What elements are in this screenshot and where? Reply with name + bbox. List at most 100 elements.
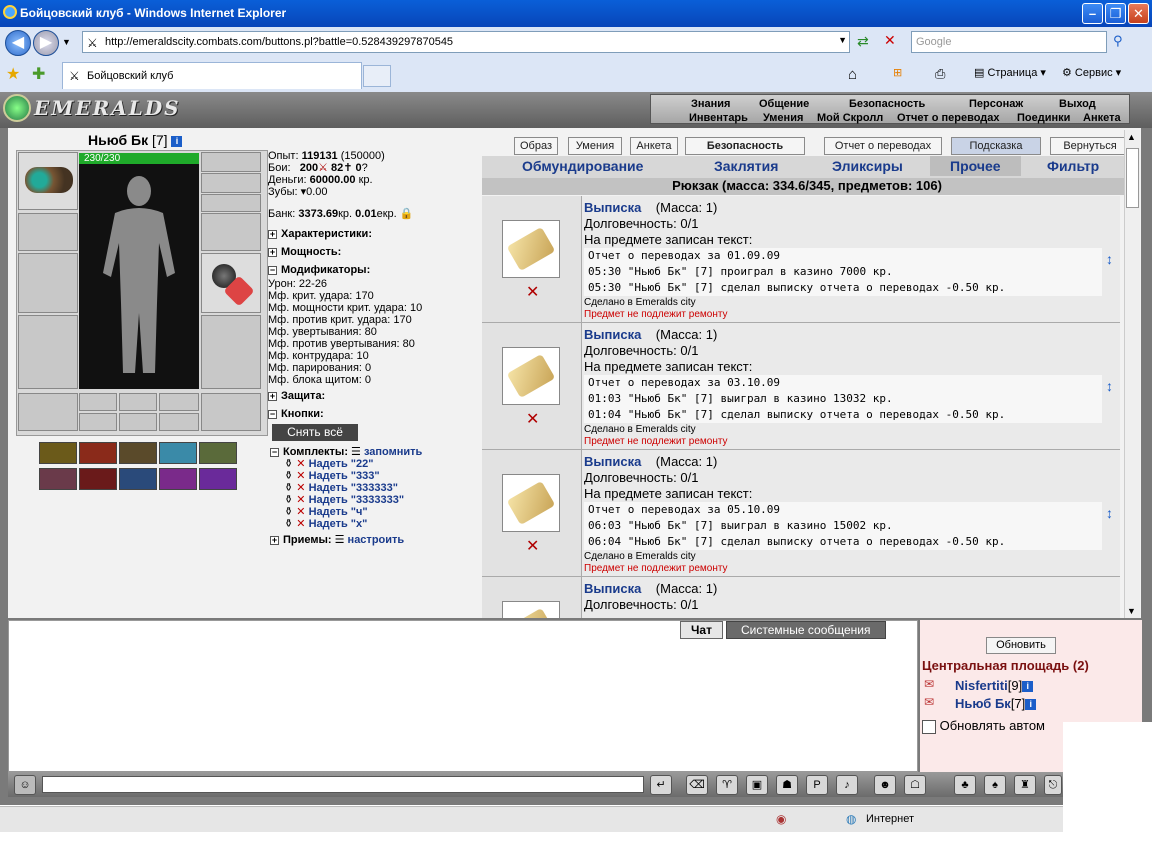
slot-rune-4[interactable]: [79, 413, 117, 431]
resize-arrow-icon[interactable]: ↕: [1106, 505, 1113, 541]
set-item[interactable]: ⚱ ✕ Надеть "22": [270, 458, 422, 470]
collapse-icon[interactable]: −: [270, 447, 279, 457]
set-link[interactable]: Надеть "ч": [309, 506, 368, 518]
auto-refresh-checkbox[interactable]: [922, 719, 936, 734]
delete-item-icon[interactable]: ✕: [526, 282, 539, 302]
nav-exit[interactable]: Выход: [1059, 98, 1096, 110]
security-button[interactable]: Безопасность: [685, 137, 805, 155]
new-tab-button[interactable]: [363, 65, 391, 87]
refresh-icon[interactable]: ⇄: [857, 33, 869, 50]
minimize-button[interactable]: –: [1082, 3, 1103, 24]
chat-head-icon[interactable]: ☺: [14, 775, 36, 795]
scroll-thumb[interactable]: [1126, 148, 1139, 208]
delete-set-icon[interactable]: ✕: [296, 458, 305, 470]
belt-item-4[interactable]: [159, 442, 197, 464]
slot-earrings[interactable]: [201, 152, 261, 172]
content-scrollbar[interactable]: ▲ ▼: [1124, 130, 1140, 618]
belt-item-5[interactable]: [199, 442, 237, 464]
slot-bracers[interactable]: [18, 213, 78, 251]
scroll-icon[interactable]: [502, 474, 560, 532]
nav-character[interactable]: Персонаж: [969, 98, 1023, 110]
set-item[interactable]: ⚱ ✕ Надеть "ч": [270, 506, 422, 518]
guild-icon[interactable]: ♠: [984, 775, 1006, 795]
tab-elixirs[interactable]: Эликсиры: [832, 158, 903, 174]
item-name[interactable]: Выписка: [584, 327, 641, 342]
scroll-icon[interactable]: [502, 347, 560, 405]
print-icon[interactable]: ⎙: [935, 66, 945, 82]
nav-inventory[interactable]: Инвентарь: [689, 112, 748, 124]
section-protection[interactable]: + Защита:: [268, 390, 482, 402]
slot-weapon[interactable]: [18, 253, 78, 313]
scroll-down-icon[interactable]: ▼: [1127, 606, 1136, 616]
belt-item-6[interactable]: [39, 468, 77, 490]
item-name[interactable]: Выписка: [584, 200, 641, 215]
sets-header[interactable]: − Комплекты: ☰ запомнить: [270, 446, 422, 458]
sound-icon[interactable]: ♪: [836, 775, 858, 795]
set-item[interactable]: ⚱ ✕ Надеть "333333": [270, 482, 422, 494]
belt-item-10[interactable]: [199, 468, 237, 490]
chat-area[interactable]: [8, 620, 918, 772]
expand-icon[interactable]: +: [270, 535, 279, 545]
set-item[interactable]: ⚱ ✕ Надеть "3333333": [270, 494, 422, 506]
resize-arrow-icon[interactable]: ↕: [1106, 378, 1113, 414]
tab-system-messages[interactable]: Системные сообщения: [726, 621, 886, 639]
delete-item-icon[interactable]: ✕: [526, 536, 539, 556]
private-message-icon[interactable]: ✉: [924, 695, 934, 709]
url-dropdown-icon[interactable]: ▼: [838, 35, 847, 45]
expand-icon[interactable]: +: [268, 229, 277, 239]
collapse-icon[interactable]: −: [268, 265, 277, 275]
set-link[interactable]: Надеть "333": [309, 470, 380, 482]
nav-my-scroll[interactable]: Мой Скролл: [817, 112, 883, 124]
collapse-icon[interactable]: −: [268, 409, 277, 419]
home-icon[interactable]: ⌂: [848, 66, 857, 83]
nav-security[interactable]: Безопасность: [849, 98, 925, 110]
belt-item-7[interactable]: [79, 468, 117, 490]
slot-armor[interactable]: [18, 315, 78, 389]
tab-equipment[interactable]: Обмундирование: [522, 158, 643, 174]
hint-button[interactable]: Подсказка: [951, 137, 1041, 155]
belt-item-9[interactable]: [159, 468, 197, 490]
resize-arrow-icon[interactable]: ↕: [1106, 251, 1113, 287]
clear-icon[interactable]: ⌫: [686, 775, 708, 795]
smile-icon[interactable]: ☻: [874, 775, 896, 795]
section-power[interactable]: + Мощность:: [268, 246, 482, 258]
scroll-icon[interactable]: [502, 220, 560, 278]
nav-communication[interactable]: Общение: [759, 98, 809, 110]
transfer-report-button[interactable]: Отчет о переводах: [824, 137, 942, 155]
tab-filter[interactable]: Фильтр: [1047, 158, 1099, 174]
set-item[interactable]: ⚱ ✕ Надеть "333": [270, 470, 422, 482]
browser-tab-active[interactable]: ⚔ Бойцовский клуб: [62, 62, 362, 89]
bag-icon[interactable]: ♣: [954, 775, 976, 795]
nav-transfer-report[interactable]: Отчет о переводах: [897, 112, 1000, 124]
chat-input[interactable]: [42, 776, 644, 793]
tab-other[interactable]: Прочее: [930, 156, 1021, 176]
url-input[interactable]: ⚔ http://emeraldscity.combats.com/button…: [82, 31, 850, 53]
item-name[interactable]: Выписка: [584, 454, 641, 469]
online-user[interactable]: Ньюб Бк[7] i: [955, 696, 1037, 711]
slot-amulet[interactable]: [201, 173, 261, 193]
nav-knowledge[interactable]: Знания: [691, 98, 730, 110]
info-icon[interactable]: i: [1025, 699, 1037, 711]
translit-icon[interactable]: Р: [806, 775, 828, 795]
delete-set-icon[interactable]: ✕: [296, 482, 305, 494]
search-input[interactable]: Google: [911, 31, 1107, 53]
nav-profile[interactable]: Анкета: [1083, 112, 1121, 124]
page-menu[interactable]: ▤ Страница ▾: [974, 66, 1046, 79]
refresh-button[interactable]: Обновить: [986, 637, 1056, 654]
set-link[interactable]: Надеть "х": [309, 518, 368, 530]
lock-icon[interactable]: ♜: [1014, 775, 1036, 795]
favorites-star-icon[interactable]: ★: [6, 64, 20, 84]
slot-rune-2[interactable]: [119, 393, 157, 411]
nav-skills[interactable]: Умения: [763, 112, 803, 124]
configure-techniques-link[interactable]: настроить: [348, 534, 405, 546]
slot-legs[interactable]: [201, 315, 261, 389]
return-button[interactable]: Вернуться: [1050, 137, 1130, 155]
tab-spells[interactable]: Заклятия: [714, 158, 778, 174]
delete-set-icon[interactable]: ✕: [296, 470, 305, 482]
close-button[interactable]: ✕: [1128, 3, 1149, 24]
tab-chat[interactable]: Чат: [680, 621, 723, 639]
slot-rune-6[interactable]: [159, 413, 199, 431]
remember-set-link[interactable]: запомнить: [364, 446, 422, 458]
set-link[interactable]: Надеть "22": [309, 458, 374, 470]
profile-button[interactable]: Анкета: [630, 137, 678, 155]
